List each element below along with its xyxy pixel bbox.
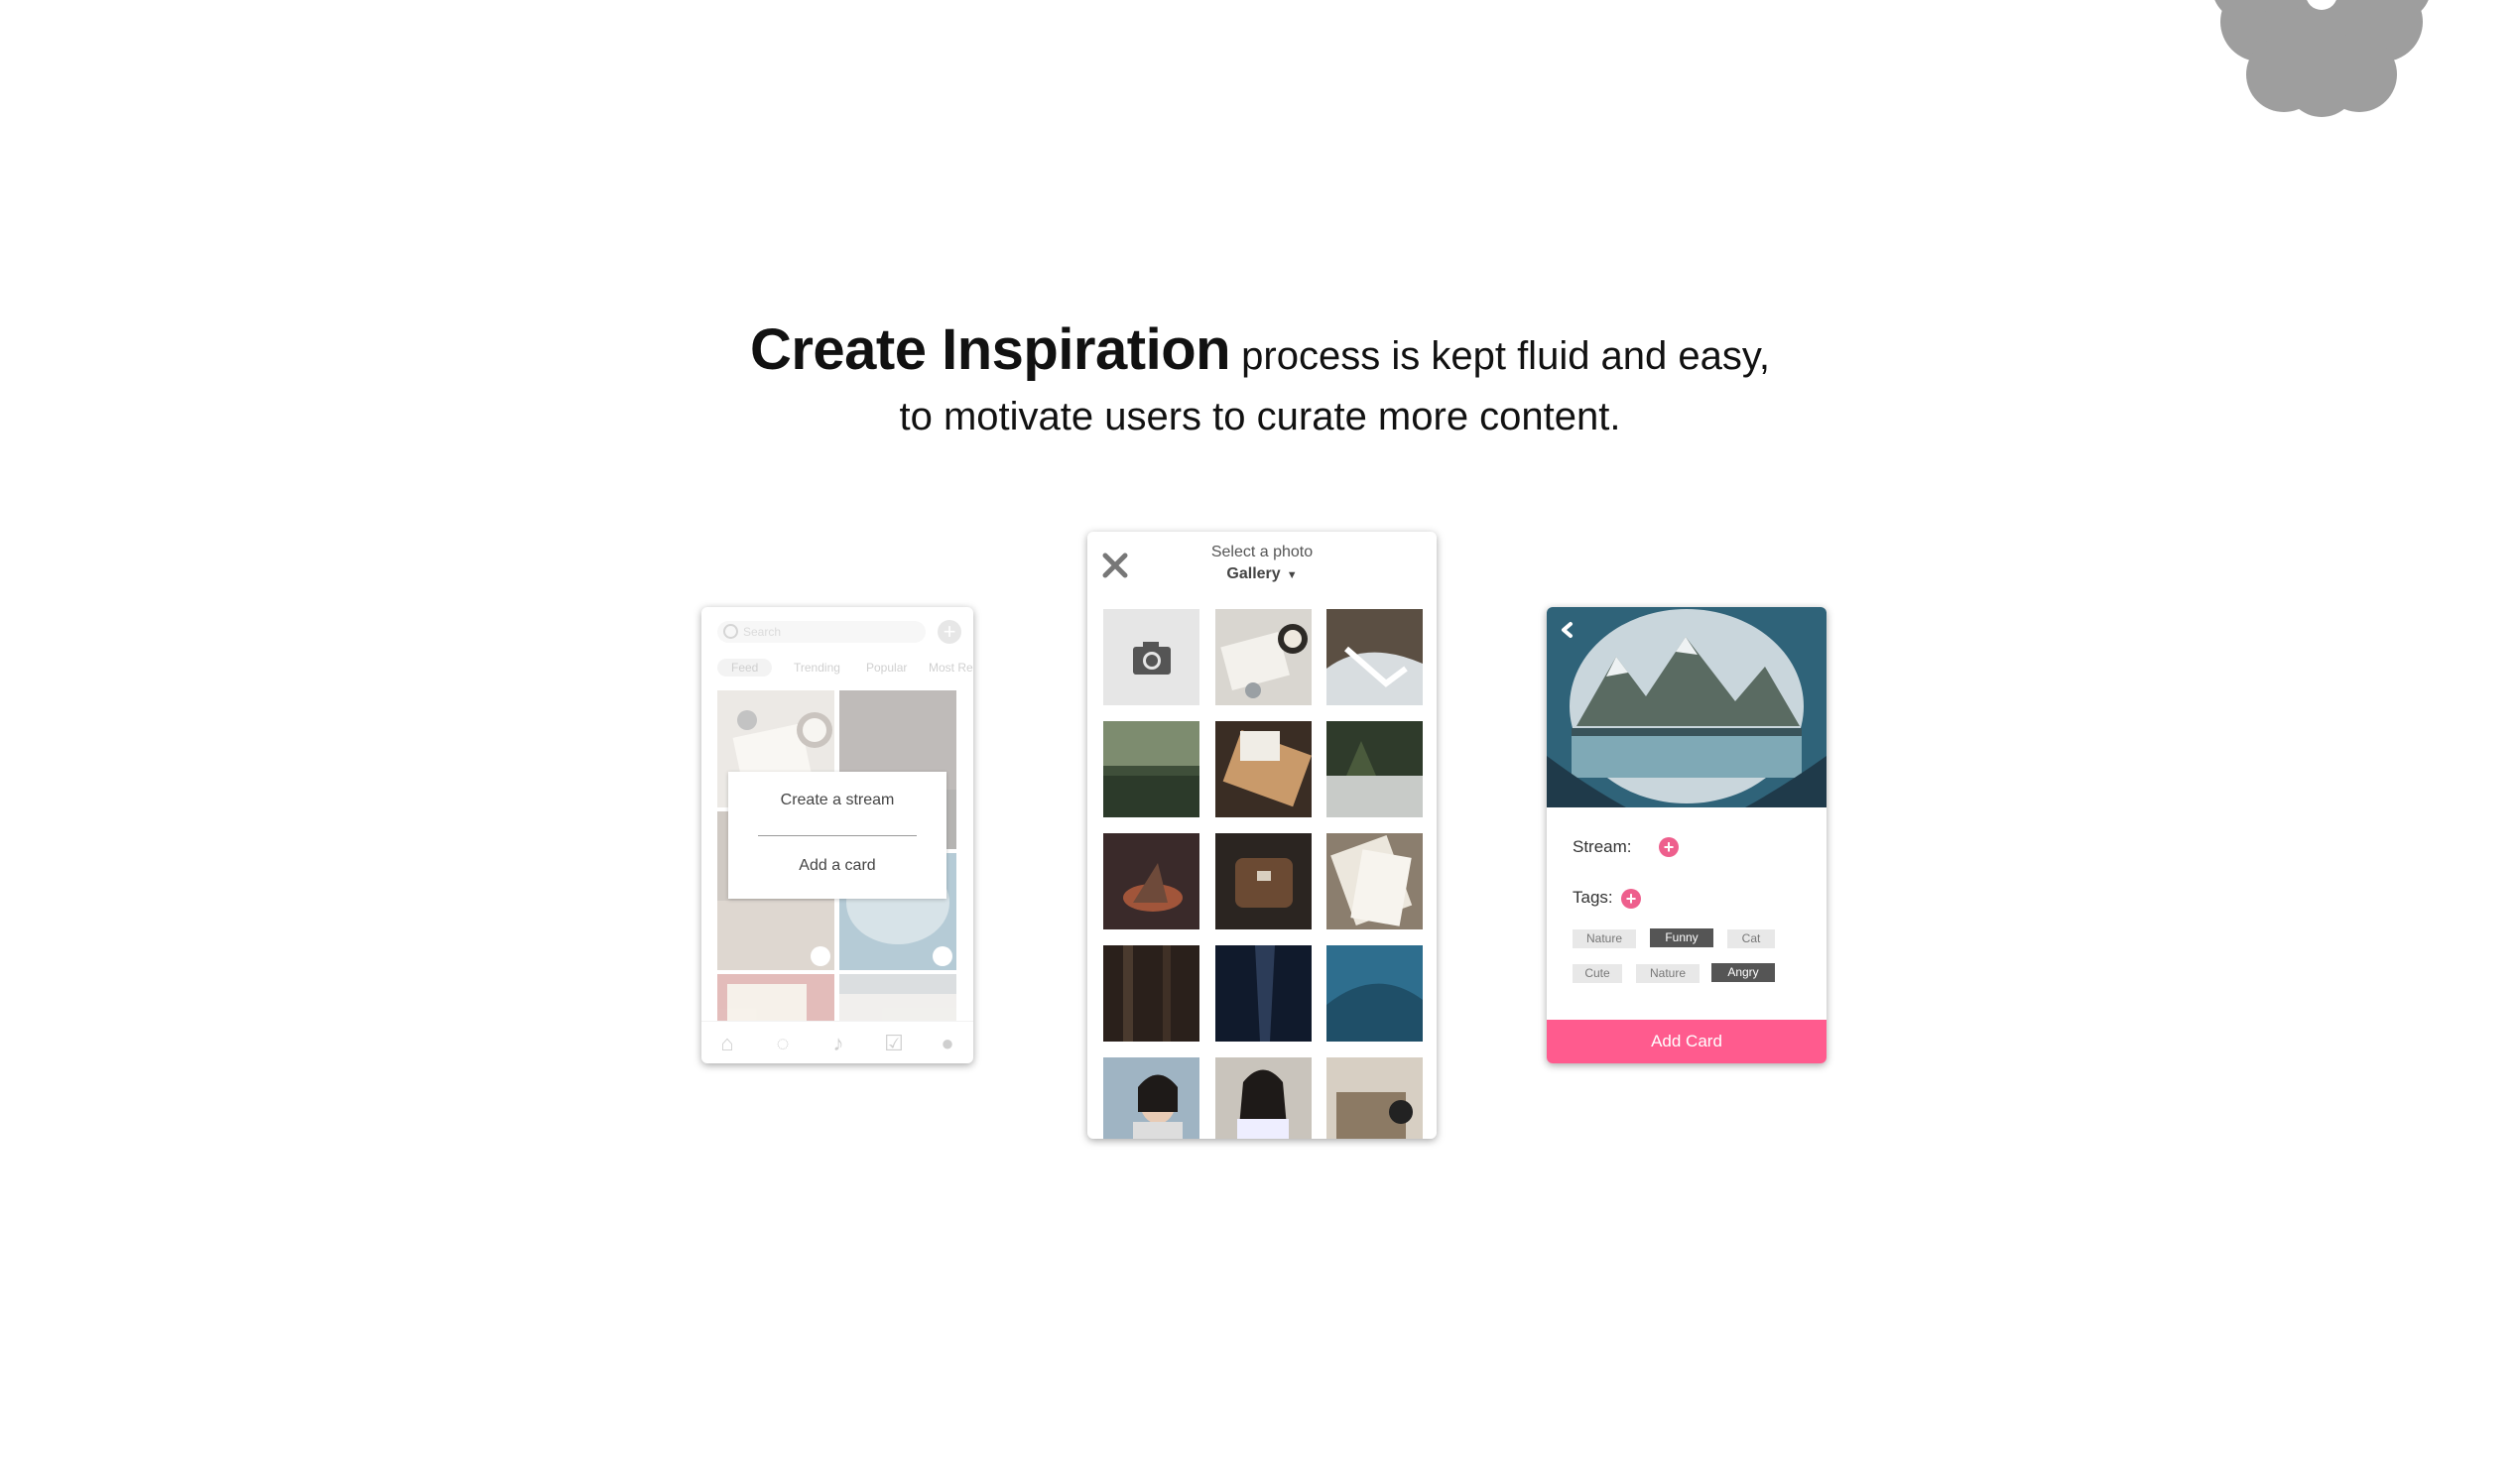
chat-icon[interactable]: ◌: [771, 1032, 795, 1055]
feed-tabs: Feed Trending Popular Most Re: [717, 657, 973, 678]
add-card-button[interactable]: Add a card: [728, 857, 946, 875]
add-card-button[interactable]: Add Card: [1547, 1020, 1827, 1063]
photo-tile[interactable]: [1103, 833, 1199, 929]
card-hero-image: [1547, 607, 1827, 807]
camera-button[interactable]: [1103, 609, 1199, 705]
tag-chip[interactable]: Nature: [1636, 964, 1700, 983]
tag-chip[interactable]: Cat: [1727, 929, 1775, 948]
bell-icon[interactable]: ♪: [826, 1032, 850, 1055]
photo-tile[interactable]: [1326, 1057, 1423, 1139]
create-menu: Create a stream Add a card: [728, 772, 946, 899]
select-photo-title: Select a photo: [1210, 544, 1314, 560]
headline: Create Inspiration process is kept fluid…: [0, 315, 2520, 442]
tag-chip-selected[interactable]: Angry: [1711, 963, 1775, 982]
photo-tile[interactable]: [1103, 1057, 1199, 1139]
tag-chip[interactable]: Cute: [1573, 964, 1622, 983]
phone-feed-screen: Search + Feed Trending Popular Most Re ⌂…: [701, 607, 973, 1063]
chevron-down-icon: ▼: [1286, 569, 1298, 581]
add-icon[interactable]: +: [938, 620, 961, 644]
stream-label: Stream:: [1573, 837, 1632, 856]
camera-icon: [1133, 642, 1171, 675]
search-placeholder: Search: [743, 625, 782, 639]
gallery-label: Gallery: [1226, 565, 1281, 582]
photo-tile[interactable]: [1215, 609, 1312, 705]
search-input[interactable]: Search: [717, 621, 926, 643]
phone-add-card-screen: Stream: + Tags: + Nature Funny Cat Cute …: [1547, 607, 1827, 1063]
search-icon: [723, 624, 738, 639]
photo-tile[interactable]: [1326, 609, 1423, 705]
photo-tile[interactable]: [1215, 945, 1312, 1042]
headline-line-1-rest: process is kept fluid and easy,: [1230, 334, 1771, 378]
tag-chip[interactable]: Nature: [1573, 929, 1636, 948]
headline-bold: Create Inspiration: [749, 317, 1231, 382]
add-tag-icon[interactable]: +: [1621, 889, 1641, 909]
photo-tile[interactable]: [1103, 721, 1199, 817]
create-stream-button[interactable]: Create a stream: [728, 792, 946, 809]
headline-line-2: to motivate users to curate more content…: [899, 395, 1621, 438]
menu-divider: [758, 835, 917, 836]
photo-tile[interactable]: [1215, 833, 1312, 929]
photo-tile[interactable]: [1215, 1057, 1312, 1139]
photo-tile[interactable]: [1326, 721, 1423, 817]
home-icon[interactable]: ⌂: [715, 1032, 739, 1055]
flower-decoration-icon: [2214, 0, 2429, 117]
check-icon[interactable]: ☑: [882, 1032, 906, 1055]
photo-tile[interactable]: [1326, 833, 1423, 929]
tab-feed[interactable]: Feed: [717, 659, 773, 677]
tab-trending[interactable]: Trending: [794, 661, 840, 675]
feed-image[interactable]: [717, 974, 834, 1024]
tab-popular[interactable]: Popular: [866, 661, 907, 675]
headline-line-1: Create Inspiration process is kept fluid…: [0, 315, 2520, 391]
tags-label: Tags:: [1573, 888, 1613, 907]
phone-select-photo-screen: Select a photo Gallery ▼: [1087, 532, 1437, 1139]
photo-tile[interactable]: [1215, 721, 1312, 817]
tab-most-recent[interactable]: Most Re: [929, 661, 973, 675]
photo-tile[interactable]: [1326, 945, 1423, 1042]
photo-tile[interactable]: [1103, 945, 1199, 1042]
gallery-dropdown[interactable]: Gallery ▼: [1087, 565, 1437, 583]
back-arrow-icon[interactable]: [1559, 621, 1576, 639]
profile-icon[interactable]: ●: [936, 1032, 959, 1055]
feed-image[interactable]: [839, 974, 956, 1024]
tag-chip-selected[interactable]: Funny: [1650, 928, 1713, 947]
add-stream-icon[interactable]: +: [1659, 837, 1679, 857]
bottom-nav: ⌂ ◌ ♪ ☑ ●: [701, 1021, 973, 1063]
